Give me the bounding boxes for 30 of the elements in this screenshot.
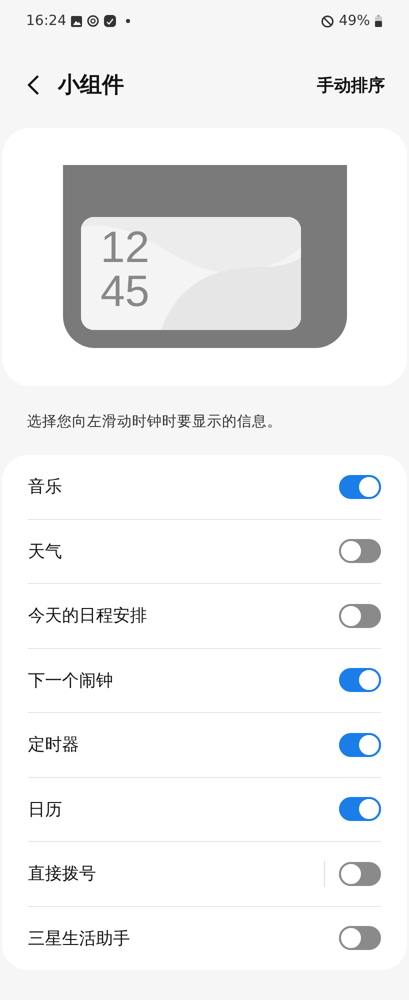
toggle-switch[interactable] [339, 604, 381, 628]
item-label[interactable]: 日历 [28, 798, 325, 821]
back-icon[interactable] [26, 74, 40, 96]
item-label[interactable]: 下一个闹钟 [28, 668, 325, 692]
item-label[interactable]: 音乐 [28, 475, 325, 498]
circle-icon [87, 15, 100, 27]
toggle-switch[interactable] [339, 668, 381, 692]
toggle-switch[interactable] [339, 474, 381, 499]
clock-minute: 45 [100, 270, 150, 314]
page-title: 小组件 [58, 72, 125, 100]
description-text: 选择您向左滑动时钟时要显示的信息。 [27, 413, 283, 431]
blocked-icon [320, 14, 334, 28]
battery-percent: 49% [338, 13, 370, 29]
toggle-switch[interactable] [339, 539, 381, 564]
app-icon [104, 15, 116, 27]
clock-hour: 12 [100, 226, 150, 270]
item-label[interactable]: 定时器 [28, 733, 325, 756]
item-label[interactable]: 直接拨号 [28, 862, 310, 886]
status-time: 16:24 [26, 13, 66, 29]
manual-sort-button[interactable]: 手动排序 [317, 70, 385, 100]
gallery-icon [71, 16, 82, 26]
battery-icon [375, 15, 382, 27]
toggle-switch[interactable] [339, 797, 381, 822]
dot-icon [126, 19, 130, 23]
toggle-switch[interactable] [339, 926, 381, 950]
toggle-switch[interactable] [339, 862, 381, 886]
toggle-switch[interactable] [339, 732, 381, 757]
item-label[interactable]: 今天的日程安排 [28, 604, 325, 628]
item-label[interactable]: 三星生活助手 [28, 926, 325, 950]
item-label[interactable]: 天气 [28, 540, 325, 563]
